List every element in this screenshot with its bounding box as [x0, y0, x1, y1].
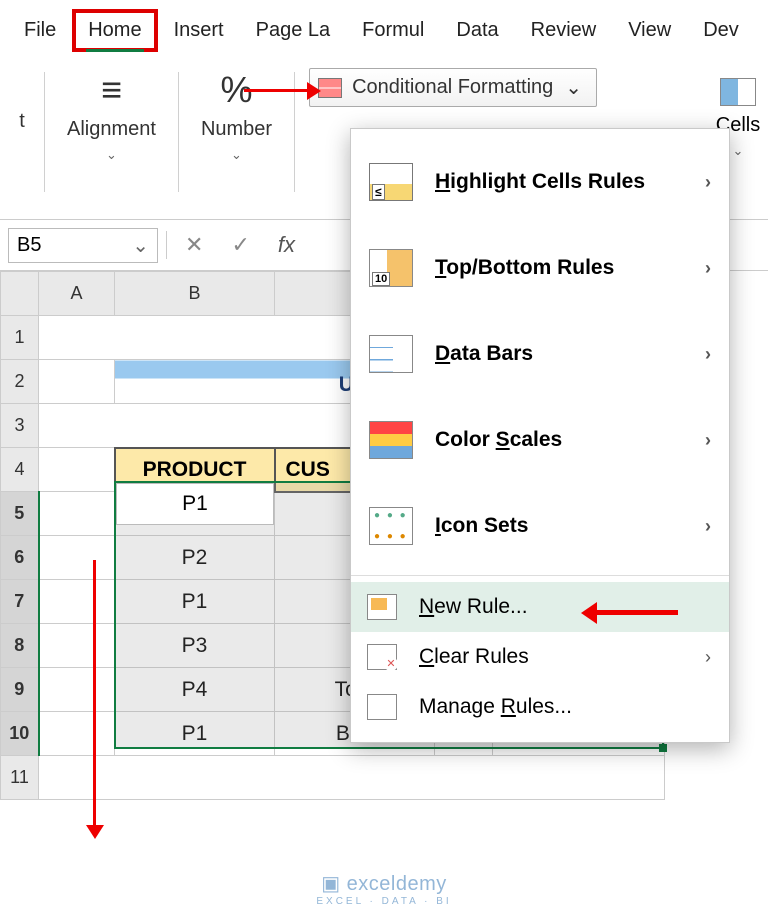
- number-label: Number: [201, 118, 272, 141]
- enter-icon[interactable]: ✓: [221, 232, 259, 258]
- menu-label: Icon Sets: [435, 514, 528, 538]
- color-scales-icon: [369, 421, 413, 459]
- chevron-down-icon[interactable]: ⌄: [132, 233, 149, 258]
- row-header[interactable]: 10: [1, 712, 39, 756]
- data-bars-icon: [369, 335, 413, 373]
- select-all[interactable]: [1, 272, 39, 316]
- chevron-down-icon: ⌄: [565, 75, 582, 100]
- name-box[interactable]: B5 ⌄: [8, 228, 158, 263]
- tab-formulas[interactable]: Formul: [346, 9, 440, 52]
- menu-icon-sets[interactable]: Icon Sets ›: [351, 483, 729, 569]
- menu-label: Clear Rules: [419, 645, 529, 669]
- top-bottom-icon: [369, 249, 413, 287]
- menu-label: Data Bars: [435, 342, 533, 366]
- watermark-tag: EXCEL · DATA · BI: [0, 896, 768, 907]
- menu-label: New Rule...: [419, 595, 528, 619]
- chevron-right-icon: ›: [705, 647, 711, 668]
- alignment-label: Alignment: [67, 118, 156, 141]
- name-box-value: B5: [17, 234, 41, 257]
- row-header[interactable]: 7: [1, 580, 39, 624]
- row-header[interactable]: 6: [1, 536, 39, 580]
- col-header[interactable]: B: [115, 272, 275, 316]
- cell[interactable]: P1: [115, 580, 275, 624]
- tab-developer[interactable]: Dev: [687, 9, 755, 52]
- ribbon-tabs: File Home Insert Page La Formul Data Rev…: [0, 0, 768, 52]
- icon-sets-icon: [369, 507, 413, 545]
- row-header[interactable]: 9: [1, 668, 39, 712]
- annotation-arrow-left: [570, 602, 678, 624]
- menu-label: Highlight Cells Rules: [435, 170, 645, 194]
- ribbon-alignment[interactable]: ≡ Alignment ⌄: [45, 72, 178, 219]
- row-header[interactable]: 5: [1, 492, 39, 536]
- chevron-down-icon[interactable]: ⌄: [106, 147, 117, 163]
- col-header[interactable]: A: [39, 272, 115, 316]
- highlight-cells-icon: [369, 163, 413, 201]
- menu-clear-rules[interactable]: Clear Rules ›: [351, 632, 729, 682]
- row-header[interactable]: 11: [1, 756, 39, 800]
- cell[interactable]: P2: [115, 536, 275, 580]
- tab-data[interactable]: Data: [440, 9, 514, 52]
- annotation-arrow-down: [86, 560, 104, 848]
- chevron-down-icon[interactable]: ⌄: [733, 143, 744, 159]
- conditional-formatting-menu: Highlight Cells Rules › Top/Bottom Rules…: [350, 128, 730, 743]
- row-header[interactable]: 4: [1, 448, 39, 492]
- chevron-right-icon: ›: [705, 430, 711, 451]
- clear-rules-icon: [367, 644, 397, 670]
- row-header[interactable]: 8: [1, 624, 39, 668]
- chevron-right-icon: ›: [705, 344, 711, 365]
- watermark-brand: exceldemy: [347, 873, 447, 895]
- tab-review[interactable]: Review: [515, 9, 613, 52]
- active-cell-value: P1: [116, 483, 274, 525]
- fx-icon[interactable]: fx: [268, 232, 305, 258]
- tab-page-layout[interactable]: Page La: [240, 9, 347, 52]
- cell[interactable]: P1: [115, 712, 275, 756]
- manage-rules-icon: [367, 694, 397, 720]
- cells-icon: [720, 78, 756, 106]
- chevron-right-icon: ›: [705, 258, 711, 279]
- chevron-right-icon: ›: [705, 172, 711, 193]
- tab-insert[interactable]: Insert: [158, 9, 240, 52]
- cell[interactable]: P3: [115, 624, 275, 668]
- conditional-formatting-label: Conditional Formatting: [352, 76, 553, 99]
- cell[interactable]: P4: [115, 668, 275, 712]
- chevron-right-icon: ›: [705, 516, 711, 537]
- menu-manage-rules[interactable]: Manage Rules...: [351, 682, 729, 732]
- row-header[interactable]: 2: [1, 360, 39, 404]
- menu-label: Top/Bottom Rules: [435, 256, 614, 280]
- cancel-icon[interactable]: ✕: [175, 232, 213, 258]
- conditional-formatting-button[interactable]: Conditional Formatting ⌄: [309, 68, 597, 107]
- row-header[interactable]: 3: [1, 404, 39, 448]
- row-header[interactable]: 1: [1, 316, 39, 360]
- alignment-icon: ≡: [101, 72, 122, 108]
- menu-color-scales[interactable]: Color Scales ›: [351, 397, 729, 483]
- tab-home[interactable]: Home: [72, 9, 157, 52]
- watermark: ▣ exceldemy EXCEL · DATA · BI: [0, 871, 768, 907]
- menu-data-bars[interactable]: Data Bars ›: [351, 311, 729, 397]
- tab-view[interactable]: View: [612, 9, 687, 52]
- ribbon-clipboard-fragment: t: [0, 72, 44, 219]
- clipboard-label-fragment: t: [19, 110, 25, 133]
- menu-highlight-cells-rules[interactable]: Highlight Cells Rules ›: [351, 139, 729, 225]
- new-rule-icon: [367, 594, 397, 620]
- menu-label: Manage Rules...: [419, 695, 572, 719]
- chevron-down-icon[interactable]: ⌄: [231, 147, 242, 163]
- annotation-arrow-right: [244, 82, 330, 100]
- menu-top-bottom-rules[interactable]: Top/Bottom Rules ›: [351, 225, 729, 311]
- tab-file[interactable]: File: [8, 9, 72, 52]
- menu-label: Color Scales: [435, 428, 562, 452]
